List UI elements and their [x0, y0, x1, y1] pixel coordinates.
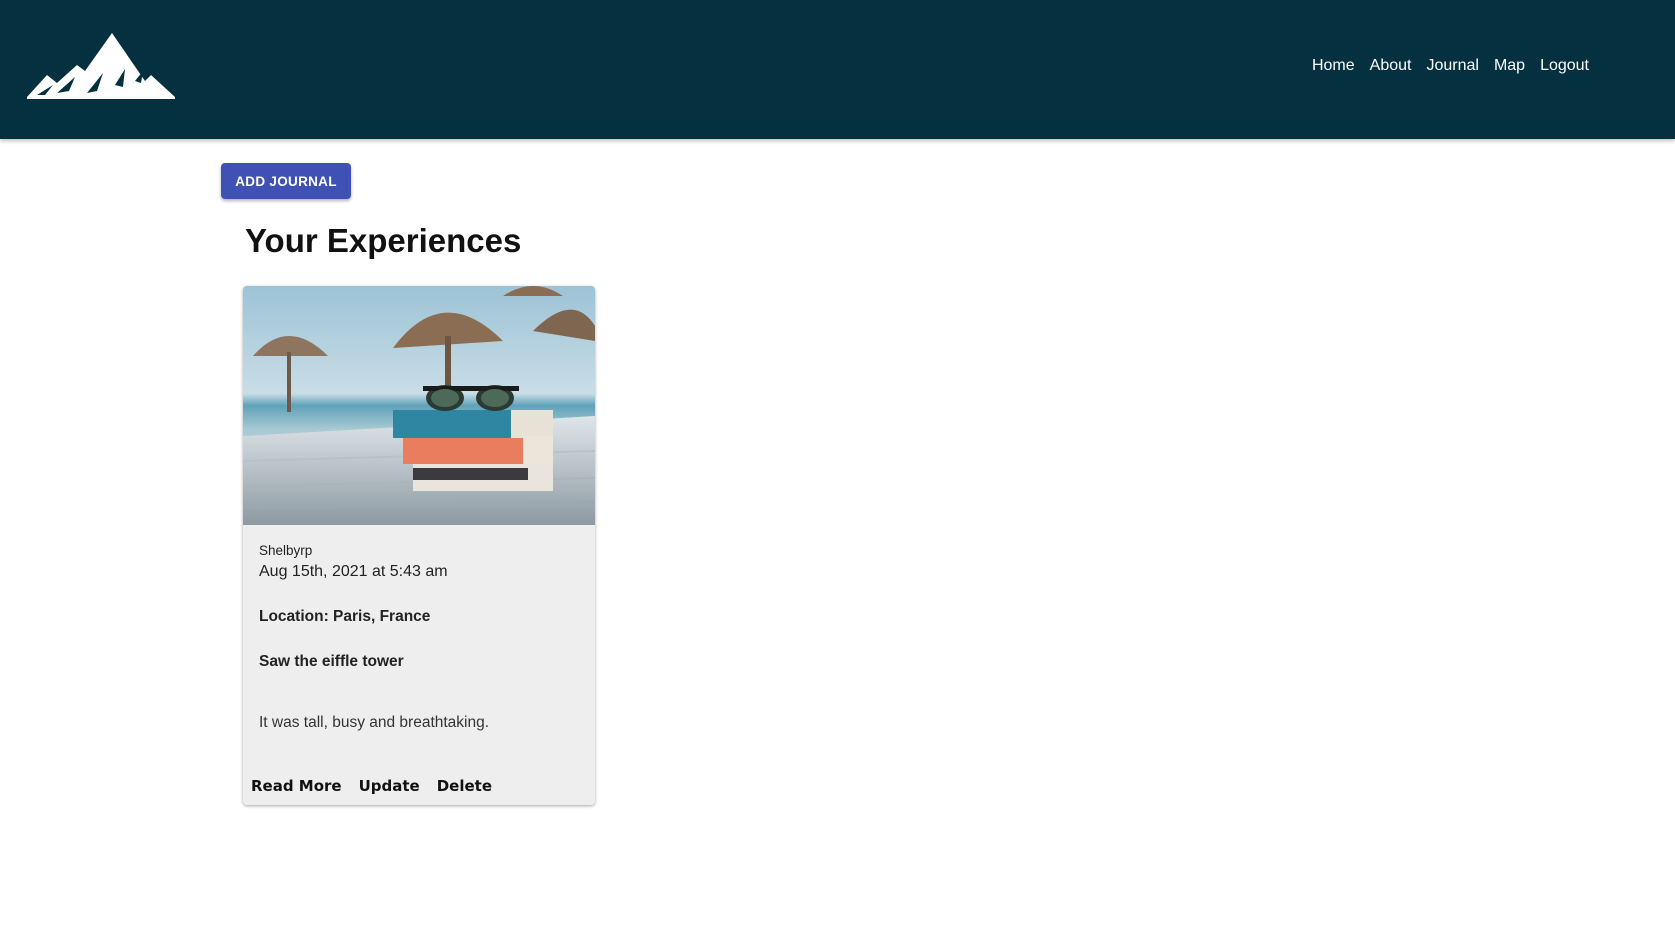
page-title: Your Experiences [245, 222, 522, 259]
card-actions: Read More Update Delete [251, 777, 492, 795]
beach-books-sunglasses-image [243, 286, 595, 525]
journal-card: Shelbyrp Aug 15th, 2021 at 5:43 am Locat… [243, 286, 595, 805]
nav-home-link[interactable]: Home [1312, 56, 1355, 76]
nav-map-link[interactable]: Map [1494, 56, 1525, 76]
mountain-logo-icon[interactable] [27, 33, 175, 99]
nav-journal-link[interactable]: Journal [1426, 56, 1478, 76]
add-journal-button[interactable]: ADD JOURNAL [221, 163, 351, 199]
card-location: Location: Paris, France [259, 608, 431, 625]
card-author: Shelbyrp [259, 543, 313, 558]
delete-button[interactable]: Delete [437, 777, 492, 795]
update-button[interactable]: Update [359, 777, 420, 795]
nav-about-link[interactable]: About [1370, 56, 1412, 76]
card-date: Aug 15th, 2021 at 5:43 am [259, 563, 448, 580]
top-navbar: Home About Journal Map Logout [0, 0, 1675, 139]
card-heading: Saw the eiffle tower [259, 653, 404, 670]
read-more-button[interactable]: Read More [251, 777, 342, 795]
main-nav: Home About Journal Map Logout [1312, 56, 1589, 76]
card-body: It was tall, busy and breathtaking. [259, 714, 490, 731]
nav-logout-link[interactable]: Logout [1540, 56, 1589, 76]
